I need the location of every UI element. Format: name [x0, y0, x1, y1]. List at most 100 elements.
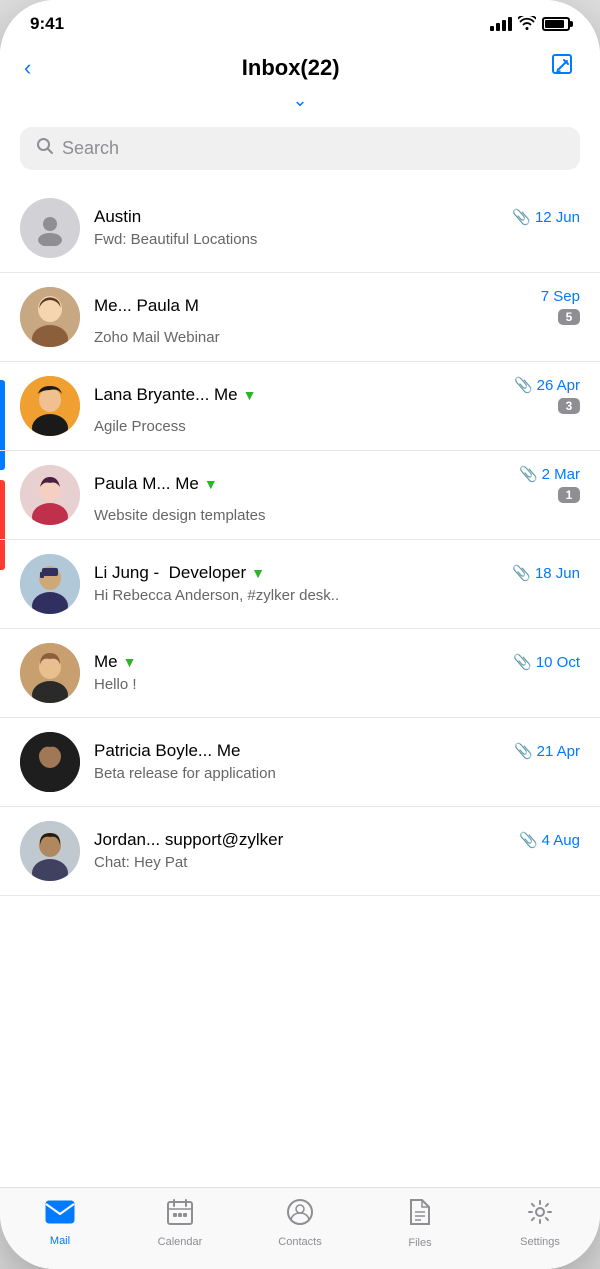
mail-subject: Fwd: Beautiful Locations [94, 231, 257, 248]
nav-label-files: Files [408, 1237, 431, 1249]
nav-label-settings: Settings [520, 1236, 560, 1248]
mail-icon [45, 1200, 75, 1231]
mail-content: Paula M... Me ▼ 📎 2 Mar 1 Website design… [94, 465, 580, 525]
nav-label-contacts: Contacts [278, 1236, 321, 1248]
mail-top: Lana Bryante... Me ▼ 📎 26 Apr 3 [94, 376, 580, 414]
mail-date: 📎 12 Jun [512, 208, 580, 226]
back-button[interactable]: ‹ [24, 51, 39, 85]
mail-date: 📎 10 Oct [513, 653, 580, 671]
avatar [20, 465, 80, 525]
email-badge: 1 [558, 487, 580, 503]
wifi-icon [518, 16, 536, 33]
attachment-icon: 📎 [519, 465, 538, 483]
mail-meta: 7 Sep 5 [541, 288, 580, 325]
search-input[interactable]: Search [62, 138, 119, 159]
nav-item-contacts[interactable]: Contacts [265, 1199, 335, 1248]
attachment-icon: 📎 [519, 831, 538, 849]
attachment-icon: 📎 [512, 208, 531, 226]
phone-frame: 9:41 ‹ Inbox(2 [0, 0, 600, 1269]
nav-item-files[interactable]: Files [385, 1198, 455, 1249]
nav-label-mail: Mail [50, 1235, 70, 1247]
attachment-icon: 📎 [512, 564, 531, 582]
mail-subject: Hello ! [94, 676, 137, 693]
chevron-down-icon[interactable]: ⌄ [292, 90, 307, 111]
email-badge: 3 [558, 398, 580, 414]
flag-icon: ▼ [204, 476, 218, 492]
search-icon [36, 137, 54, 160]
mail-subject: Agile Process [94, 418, 186, 435]
nav-item-settings[interactable]: Settings [505, 1199, 575, 1248]
mail-meta: 📎 18 Jun [512, 564, 580, 582]
calendar-icon [167, 1199, 193, 1232]
avatar [20, 732, 80, 792]
nav-label-calendar: Calendar [158, 1236, 203, 1248]
files-icon [408, 1198, 432, 1233]
list-item[interactable]: Austin 📎 12 Jun Fwd: Beautiful Locations [0, 184, 600, 273]
header-row: ‹ Inbox(22) [24, 48, 576, 94]
list-item[interactable]: Patricia Boyle... Me 📎 21 Apr Beta relea… [0, 718, 600, 807]
mail-content: Jordan... support@zylker 📎 4 Aug Chat: H… [94, 830, 580, 872]
list-item[interactable]: Me... Paula M 7 Sep 5 Zoho Mail Webinar [0, 273, 600, 362]
list-item[interactable]: Paula M... Me ▼ 📎 2 Mar 1 Website design… [0, 451, 600, 540]
search-bar[interactable]: Search [20, 127, 580, 170]
mail-top: Patricia Boyle... Me 📎 21 Apr [94, 741, 580, 761]
mail-subject: Zoho Mail Webinar [94, 329, 220, 346]
list-item[interactable]: Li Jung - Developer ▼ 📎 18 Jun Hi Rebecc… [0, 540, 600, 629]
settings-icon [527, 1199, 553, 1232]
avatar [20, 287, 80, 347]
mail-top: Me ▼ 📎 10 Oct [94, 652, 580, 672]
mail-subject: Chat: Hey Pat [94, 854, 187, 871]
mail-meta: 📎 4 Aug [519, 831, 580, 849]
contacts-icon [287, 1199, 313, 1232]
mail-date: 📎 26 Apr [514, 376, 580, 394]
mail-subject: Hi Rebecca Anderson, #zylker desk.. [94, 587, 339, 604]
mail-content: Lana Bryante... Me ▼ 📎 26 Apr 3 Agile Pr… [94, 376, 580, 436]
avatar [20, 198, 80, 258]
list-item[interactable]: Lana Bryante... Me ▼ 📎 26 Apr 3 Agile Pr… [0, 362, 600, 451]
mail-subject: Beta release for application [94, 765, 276, 782]
mail-top: Paula M... Me ▼ 📎 2 Mar 1 [94, 465, 580, 503]
mail-date: 📎 21 Apr [514, 742, 580, 760]
status-time: 9:41 [30, 14, 64, 34]
mail-content: Austin 📎 12 Jun Fwd: Beautiful Locations [94, 207, 580, 249]
page-title: Inbox(22) [242, 55, 340, 81]
mail-sender: Li Jung - Developer ▼ [94, 563, 265, 583]
mail-sender: Me ▼ [94, 652, 136, 672]
flag-icon: ▼ [251, 565, 265, 581]
battery-icon [542, 17, 570, 31]
bottom-nav: Mail Calendar [0, 1187, 600, 1269]
status-icons [490, 16, 570, 33]
search-container: Search [0, 117, 600, 184]
attachment-icon: 📎 [514, 376, 533, 394]
mail-sender: Patricia Boyle... Me [94, 741, 240, 761]
mail-content: Me ▼ 📎 10 Oct Hello ! [94, 652, 580, 694]
mail-meta: 📎 12 Jun [512, 208, 580, 226]
mail-date: 📎 18 Jun [512, 564, 580, 582]
nav-item-mail[interactable]: Mail [25, 1200, 95, 1247]
list-item[interactable]: Me ▼ 📎 10 Oct Hello ! [0, 629, 600, 718]
mail-content: Patricia Boyle... Me 📎 21 Apr Beta relea… [94, 741, 580, 783]
attachment-icon: 📎 [513, 653, 532, 671]
mail-list: Austin 📎 12 Jun Fwd: Beautiful Locations [0, 184, 600, 1187]
avatar [20, 643, 80, 703]
mail-meta: 📎 21 Apr [514, 742, 580, 760]
avatar [20, 554, 80, 614]
mail-sender: Austin [94, 207, 141, 227]
compose-button[interactable] [542, 48, 576, 88]
mail-sender: Lana Bryante... Me ▼ [94, 385, 257, 405]
mail-top: Austin 📎 12 Jun [94, 207, 580, 227]
mail-meta: 📎 26 Apr 3 [514, 376, 580, 414]
mail-top: Me... Paula M 7 Sep 5 [94, 288, 580, 325]
list-item[interactable]: Jordan... support@zylker 📎 4 Aug Chat: H… [0, 807, 600, 896]
mail-sender: Jordan... support@zylker [94, 830, 283, 850]
status-bar: 9:41 [0, 0, 600, 40]
mail-content: Me... Paula M 7 Sep 5 Zoho Mail Webinar [94, 288, 580, 347]
mail-content: Li Jung - Developer ▼ 📎 18 Jun Hi Rebecc… [94, 563, 580, 605]
avatar [20, 821, 80, 881]
mail-sender: Me... Paula M [94, 296, 199, 316]
mail-date: 📎 4 Aug [519, 831, 580, 849]
mail-top: Li Jung - Developer ▼ 📎 18 Jun [94, 563, 580, 583]
nav-item-calendar[interactable]: Calendar [145, 1199, 215, 1248]
mail-top: Jordan... support@zylker 📎 4 Aug [94, 830, 580, 850]
header: ‹ Inbox(22) ⌄ [0, 40, 600, 117]
